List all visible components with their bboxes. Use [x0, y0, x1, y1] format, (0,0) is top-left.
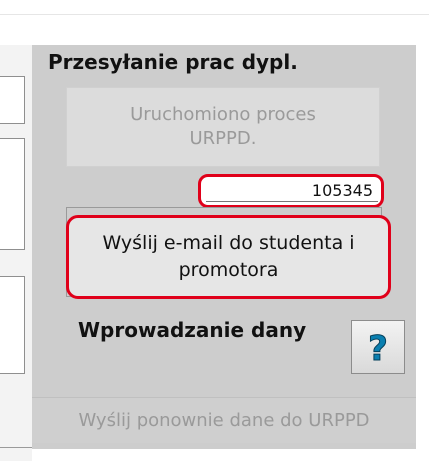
svg-text:?: ? — [368, 329, 388, 367]
panel-title: Przesyłanie prac dypl. — [48, 50, 298, 74]
resend-urppd-button[interactable]: Wyślij ponownie dane do URPPD — [32, 397, 416, 443]
urppd-status-button[interactable]: Uruchomiono proces URPPD. — [66, 87, 380, 167]
record-number-field[interactable]: 105345 — [198, 174, 384, 208]
data-entry-label: Wprowadzanie dany — [78, 318, 307, 342]
left-input-field[interactable] — [0, 138, 25, 250]
field-underline — [206, 201, 378, 202]
left-divider — [0, 447, 32, 448]
send-email-button[interactable]: Wyślij e-mail do studenta i promotora — [66, 215, 391, 299]
question-mark-icon: ? — [368, 329, 389, 368]
left-input-field[interactable] — [0, 276, 25, 374]
help-button[interactable]: ? — [351, 320, 405, 374]
window-top-strip — [0, 0, 429, 14]
left-input-field[interactable] — [0, 76, 25, 124]
top-divider — [0, 14, 429, 15]
